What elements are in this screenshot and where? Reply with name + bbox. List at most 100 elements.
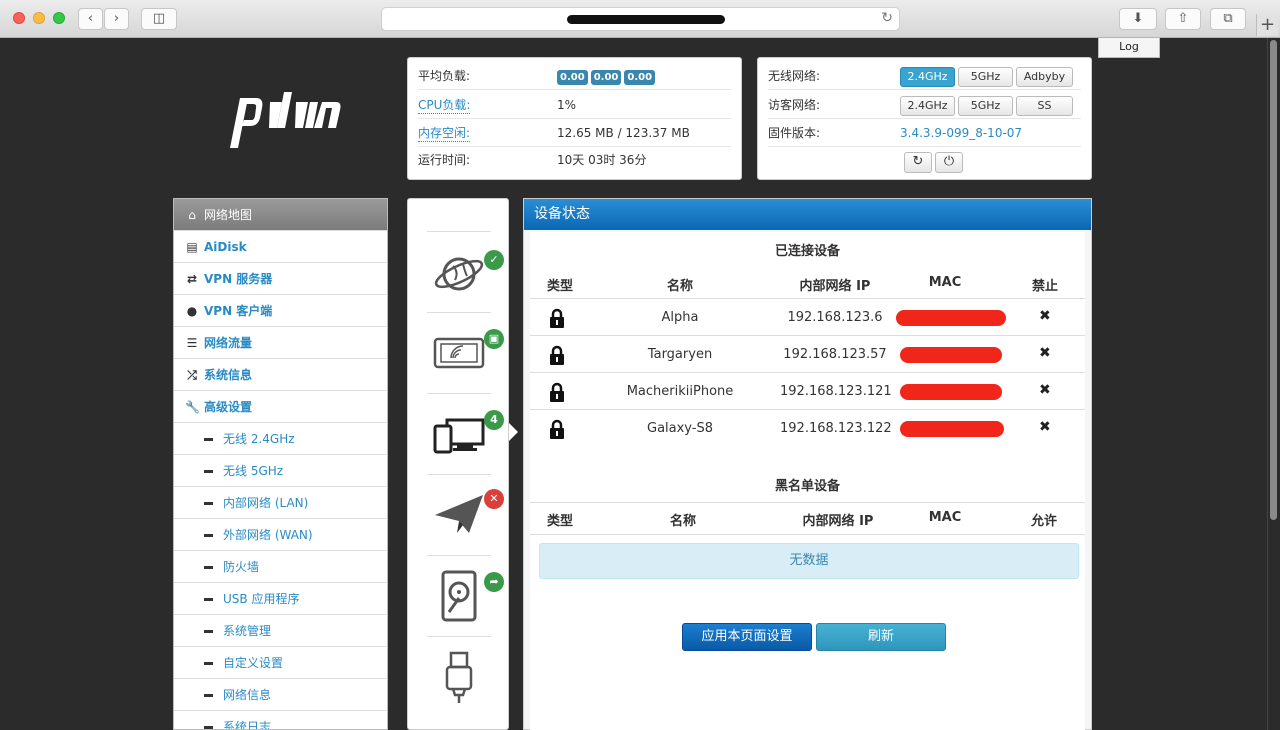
power-icon[interactable]: ⏻ — [935, 152, 963, 173]
forward-icon[interactable]: › — [104, 8, 129, 30]
zoom-window-button[interactable] — [53, 12, 65, 24]
sidebar-subitem-lan[interactable]: 内部网络 (LAN) — [174, 487, 387, 519]
block-toggle-icon[interactable]: ✖ — [1039, 345, 1051, 361]
usb-icon — [445, 651, 473, 703]
load-row: 平均负载: 0.00 0.00 0.00 — [418, 62, 731, 90]
device-name: Galaxy-S8 — [647, 421, 713, 436]
reload-icon[interactable]: ↻ — [881, 10, 893, 26]
firmware-version-link[interactable]: 3.4.3.9-099_8-10-07 — [900, 119, 1022, 147]
load-1min-badge: 0.00 — [557, 70, 588, 85]
disk-icon: ▤ — [186, 240, 198, 254]
lock-icon — [549, 308, 565, 328]
wireless-24ghz-button[interactable]: 2.4GHz — [900, 67, 955, 87]
sidebar-subitem-usb-apps[interactable]: USB 应用程序 — [174, 583, 387, 615]
block-toggle-icon[interactable]: ✖ — [1039, 382, 1051, 398]
blacklist-title: 黑名单设备 — [774, 479, 840, 494]
sidebar-subitem-wireless-24[interactable]: 无线 2.4GHz — [174, 423, 387, 455]
selected-node-pointer — [509, 423, 518, 441]
memory-row: 内存空闲: 12.65 MB / 123.37 MB — [418, 119, 731, 147]
device-name: MacherikiiPhone — [626, 384, 734, 399]
lock-badge-icon: ▣ — [484, 329, 504, 349]
random-icon: ⤮ — [187, 368, 197, 382]
home-icon: ⌂ — [188, 208, 196, 222]
panel-title: 设备状态 — [524, 199, 1091, 230]
list-icon: ☰ — [186, 336, 198, 350]
sidebar: ⌂ 网络地图 ▤ AiDisk ⇄ VPN 服务器 ● VPN 客户端 ☰ 网络流量 ⤮ 系… — [173, 198, 388, 730]
scrollbar-thumb[interactable] — [1270, 40, 1277, 520]
sidebar-subitem-firewall[interactable]: 防火墙 — [174, 551, 387, 583]
block-toggle-icon[interactable]: ✖ — [1039, 308, 1051, 324]
check-icon: ✓ — [484, 250, 504, 270]
log-button[interactable]: Log — [1098, 38, 1160, 58]
device-status-panel: 设备状态 已连接设备 类型 名称 内部网络 IP MAC 禁止 Alpha 19… — [523, 198, 1092, 730]
sidebar-item-network-map[interactable]: ⌂ 网络地图 — [174, 199, 387, 231]
refresh-button[interactable]: 刷新 — [816, 623, 946, 651]
ss-button[interactable]: SS — [1016, 96, 1073, 116]
col-mac: MAC — [928, 510, 962, 525]
load-15min-badge: 0.00 — [624, 70, 656, 85]
col-block: 禁止 — [1031, 279, 1058, 294]
device-ip: 192.168.123.6 — [787, 310, 883, 325]
col-name: 名称 — [666, 279, 693, 294]
cpu-link[interactable]: CPU负载: — [418, 97, 471, 114]
sidebar-subitem-wireless-5[interactable]: 无线 5GHz — [174, 455, 387, 487]
col-allow: 允许 — [1030, 514, 1057, 529]
sidebar-toggle-icon[interactable]: ◫ — [141, 8, 177, 30]
network-map-icons: ✓ ▣ 4 ✕ ➦ — [407, 198, 509, 730]
cpu-row: CPU负载: 1% — [418, 91, 731, 119]
sidebar-subitem-network-info[interactable]: 网络信息 — [174, 679, 387, 711]
sidebar-subitem-system-log[interactable]: 系统日志 — [174, 711, 387, 729]
minimize-window-button[interactable] — [33, 12, 45, 24]
internet-node[interactable]: ✓ — [427, 231, 504, 311]
proxy-node[interactable]: ✕ — [427, 474, 504, 554]
storage-node[interactable]: ➦ — [427, 555, 504, 635]
memory-link[interactable]: 内存空闲: — [418, 125, 471, 142]
retweet-icon: ⇄ — [186, 272, 198, 286]
no-data-message: 无数据 — [539, 543, 1079, 579]
load-5min-badge: 0.00 — [590, 70, 622, 85]
globe-icon: ● — [186, 304, 198, 318]
sidebar-item-advanced[interactable]: 🔧 高级设置 — [174, 391, 387, 423]
wireless-5ghz-button[interactable]: 5GHz — [958, 67, 1013, 87]
share-icon[interactable]: ⇧ — [1165, 8, 1201, 30]
col-name: 名称 — [669, 514, 696, 529]
back-icon[interactable]: ‹ — [78, 8, 103, 30]
address-bar[interactable]: ↻ — [381, 7, 900, 31]
uptime-label: 运行时间: — [418, 153, 471, 167]
device-ip: 192.168.123.121 — [780, 384, 892, 399]
guest-5ghz-button[interactable]: 5GHz — [958, 96, 1013, 116]
wireless-label: 无线网络: — [768, 69, 821, 83]
device-ip: 192.168.123.57 — [783, 347, 887, 362]
sidebar-item-system-info[interactable]: ⤮ 系统信息 — [174, 359, 387, 391]
block-toggle-icon[interactable]: ✖ — [1039, 419, 1051, 435]
sidebar-subitem-customization[interactable]: 自定义设置 — [174, 647, 387, 679]
error-icon: ✕ — [484, 489, 504, 509]
apply-settings-button[interactable]: 应用本页面设置 — [682, 623, 812, 651]
firmware-row: 固件版本: 3.4.3.9-099_8-10-07 — [768, 119, 1081, 147]
close-window-button[interactable] — [13, 12, 25, 24]
redacted-mac — [900, 347, 1002, 363]
cpu-value: 1% — [557, 98, 577, 112]
sidebar-item-aidisk[interactable]: ▤ AiDisk — [174, 231, 387, 263]
redacted-mac — [896, 310, 1006, 326]
tabs-overview-icon[interactable]: ⧉ — [1210, 8, 1246, 30]
load-label: 平均负载: — [418, 69, 471, 83]
usb-node[interactable] — [427, 636, 491, 716]
downloads-icon[interactable]: ⬇ — [1119, 8, 1157, 30]
col-ip: 内部网络 IP — [802, 514, 874, 529]
new-tab-button[interactable]: + — [1256, 14, 1278, 36]
redacted-url — [567, 15, 725, 24]
guest-24ghz-button[interactable]: 2.4GHz — [900, 96, 955, 116]
reboot-icon[interactable]: ↻ — [904, 152, 932, 173]
memory-value: 12.65 MB / 123.37 MB — [557, 126, 690, 140]
sidebar-item-traffic[interactable]: ☰ 网络流量 — [174, 327, 387, 359]
sidebar-subitem-administration[interactable]: 系统管理 — [174, 615, 387, 647]
sidebar-subitem-wan[interactable]: 外部网络 (WAN) — [174, 519, 387, 551]
sidebar-item-vpn-client[interactable]: ● VPN 客户端 — [174, 295, 387, 327]
clients-node[interactable]: 4 — [427, 393, 504, 473]
guest-label: 访客网络: — [768, 98, 821, 112]
sidebar-item-vpn-server[interactable]: ⇄ VPN 服务器 — [174, 263, 387, 295]
adbyby-button[interactable]: Adbyby — [1016, 67, 1073, 87]
paper-plane-icon — [435, 495, 483, 533]
router-node[interactable]: ▣ — [427, 312, 504, 392]
